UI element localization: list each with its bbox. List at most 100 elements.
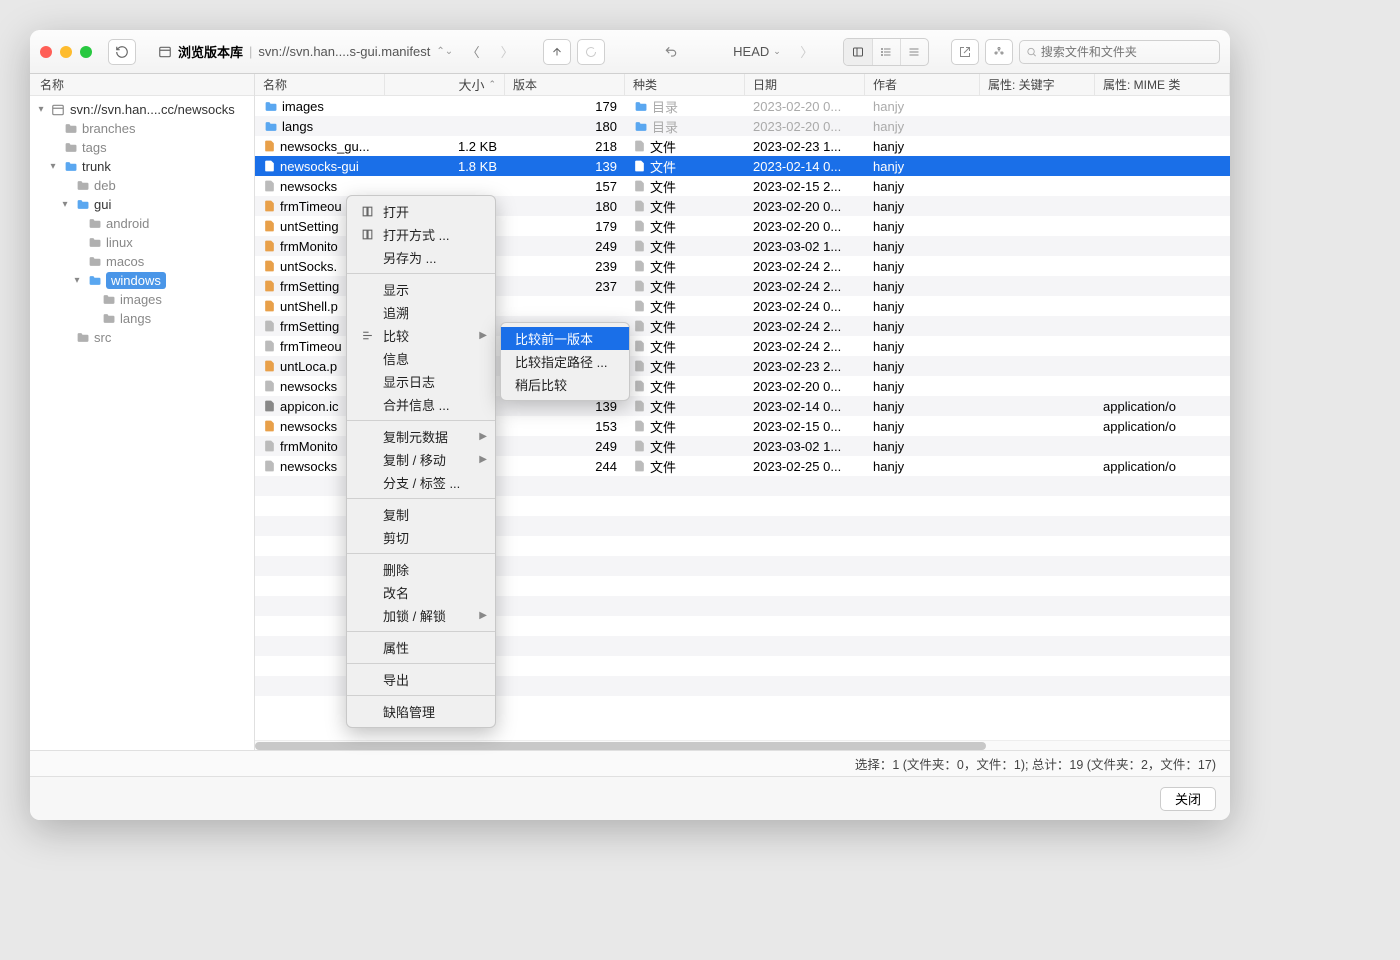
menu-item[interactable]: 打开方式 ... [347, 223, 495, 246]
tree-node[interactable]: ▾windows [30, 271, 254, 290]
nav-back-button[interactable]: 〈 [459, 39, 487, 65]
col-kind[interactable]: 种类 [625, 74, 745, 95]
undo-button[interactable] [657, 39, 685, 65]
rev-next-button[interactable]: 〉 [793, 39, 821, 65]
minimize-window-button[interactable] [60, 46, 72, 58]
menu-label: 缺陷管理 [383, 702, 435, 721]
table-row[interactable]: newsocks-gui1.8 KB139文件2023-02-14 0...ha… [255, 156, 1230, 176]
menu-item[interactable]: 另存为 ... [347, 246, 495, 269]
tree-node[interactable]: ▾trunk [30, 157, 254, 176]
menu-item[interactable]: 导出 [347, 668, 495, 691]
menu-item[interactable]: 删除 [347, 558, 495, 581]
up-button[interactable] [543, 39, 571, 65]
path-dropdown-icon[interactable]: ⌃⌄ [436, 46, 453, 57]
menu-item[interactable]: 加锁 / 解锁▶ [347, 604, 495, 627]
file-revision: 180 [505, 119, 625, 134]
menu-item[interactable]: 追溯 [347, 301, 495, 324]
folder-icon [50, 103, 66, 117]
search-field[interactable] [1019, 40, 1220, 64]
menu-item[interactable]: 信息 [347, 347, 495, 370]
kind-icon [633, 459, 646, 473]
table-row[interactable]: images179目录2023-02-20 0...hanjy [255, 96, 1230, 116]
tree-label: macos [106, 254, 144, 269]
menu-item[interactable]: 复制元数据▶ [347, 425, 495, 448]
nav-forward-button[interactable]: 〉 [493, 39, 521, 65]
window-controls [40, 46, 92, 58]
file-kind: 文件 [625, 157, 745, 176]
menu-label: 加锁 / 解锁 [383, 606, 446, 625]
menu-item[interactable]: 复制 / 移动▶ [347, 448, 495, 471]
submenu-item[interactable]: 稍后比较 [501, 373, 629, 396]
file-icon [263, 199, 276, 213]
kind-icon [633, 219, 646, 233]
menu-item[interactable]: 显示 [347, 278, 495, 301]
tree-node[interactable]: src [30, 328, 254, 347]
search-input[interactable] [1041, 45, 1213, 59]
refresh-button[interactable] [577, 39, 605, 65]
table-row[interactable]: langs180目录2023-02-20 0...hanjy [255, 116, 1230, 136]
table-row[interactable]: newsocks157文件2023-02-15 2...hanjy [255, 176, 1230, 196]
export-button[interactable] [951, 39, 979, 65]
submenu-item[interactable]: 比较指定路径 ... [501, 350, 629, 373]
repo-path[interactable]: svn://svn.han....s-gui.manifest [258, 44, 430, 59]
col-author[interactable]: 作者 [865, 74, 980, 95]
menu-item[interactable]: 显示日志 [347, 370, 495, 393]
file-icon [263, 139, 276, 153]
close-button[interactable]: 关闭 [1160, 787, 1216, 811]
file-revision: 244 [505, 459, 625, 474]
menu-item[interactable]: 合并信息 ... [347, 393, 495, 416]
tree-label: images [120, 292, 162, 307]
tree-node[interactable]: tags [30, 138, 254, 157]
horizontal-scrollbar[interactable] [255, 740, 1230, 750]
col-revision[interactable]: 版本 [505, 74, 625, 95]
close-window-button[interactable] [40, 46, 52, 58]
menu-item[interactable]: 缺陷管理 [347, 700, 495, 723]
file-icon [263, 279, 276, 293]
file-date: 2023-02-14 0... [745, 399, 865, 414]
view-list-button[interactable] [872, 39, 900, 65]
menu-item[interactable]: 复制 [347, 503, 495, 526]
tree-label: trunk [82, 159, 111, 174]
menu-item[interactable]: 剪切 [347, 526, 495, 549]
file-icon [263, 259, 276, 273]
col-name[interactable]: 名称 [255, 74, 385, 95]
tree-node[interactable]: deb [30, 176, 254, 195]
file-author: hanjy [865, 379, 980, 394]
tree-node[interactable]: ▾svn://svn.han....cc/newsocks [30, 100, 254, 119]
col-date[interactable]: 日期 [745, 74, 865, 95]
menu-item[interactable]: 属性 [347, 636, 495, 659]
tree-node[interactable]: android [30, 214, 254, 233]
menu-item[interactable]: 比较▶ [347, 324, 495, 347]
col-keywords[interactable]: 属性: 关键字 [980, 74, 1095, 95]
menu-item[interactable]: 分支 / 标签 ... [347, 471, 495, 494]
reload-button[interactable] [108, 39, 136, 65]
properties-button[interactable] [985, 39, 1013, 65]
revision-selector[interactable]: HEAD ⌄ [727, 39, 787, 65]
tree-node[interactable]: macos [30, 252, 254, 271]
menu-label: 显示 [383, 280, 409, 299]
menu-item[interactable]: 打开 [347, 200, 495, 223]
file-kind: 文件 [625, 277, 745, 296]
view-detail-button[interactable] [900, 39, 928, 65]
tree-node[interactable]: branches [30, 119, 254, 138]
file-author: hanjy [865, 259, 980, 274]
view-sidebar-toggle[interactable] [844, 39, 872, 65]
menu-item[interactable]: 改名 [347, 581, 495, 604]
col-mime[interactable]: 属性: MIME 类 [1095, 74, 1230, 95]
tree-label: svn://svn.han....cc/newsocks [70, 102, 235, 117]
col-size[interactable]: 大小⌃ [385, 74, 505, 95]
table-row[interactable]: newsocks_gu...1.2 KB218文件2023-02-23 1...… [255, 136, 1230, 156]
file-date: 2023-02-14 0... [745, 159, 865, 174]
kind-icon [633, 199, 646, 213]
file-date: 2023-02-24 2... [745, 319, 865, 334]
tree-node[interactable]: langs [30, 309, 254, 328]
tree-node[interactable]: ▾gui [30, 195, 254, 214]
tree-node[interactable]: linux [30, 233, 254, 252]
folder-icon [100, 293, 116, 306]
submenu-item[interactable]: 比较前一版本 [501, 327, 629, 350]
tree-node[interactable]: images [30, 290, 254, 309]
maximize-window-button[interactable] [80, 46, 92, 58]
folder-icon [86, 217, 102, 230]
submenu-label: 比较前一版本 [515, 329, 593, 348]
menu-label: 追溯 [383, 303, 409, 322]
